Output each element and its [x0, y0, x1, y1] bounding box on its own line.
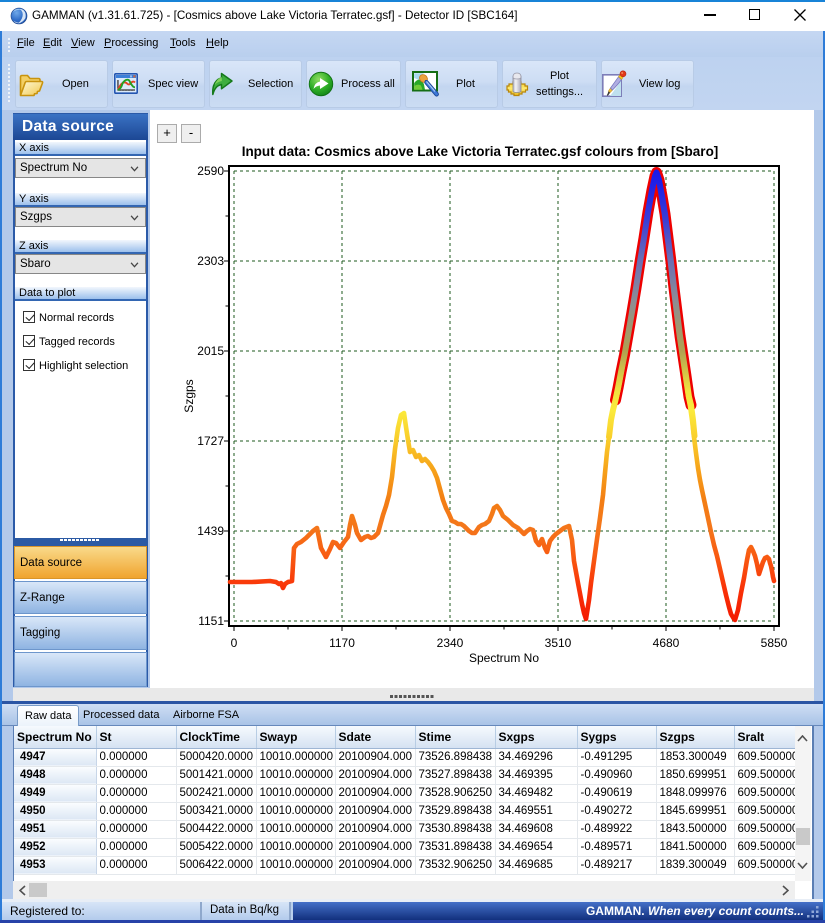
svg-text:2590: 2590 — [197, 164, 224, 178]
svg-text:1727: 1727 — [197, 434, 224, 448]
svg-text:1170: 1170 — [329, 636, 355, 650]
svg-text:1151: 1151 — [198, 614, 224, 628]
svg-text:2303: 2303 — [197, 254, 224, 268]
svg-text:3510: 3510 — [545, 636, 572, 650]
svg-text:Szgps: Szgps — [182, 379, 196, 412]
svg-text:4680: 4680 — [653, 636, 680, 650]
svg-text:0: 0 — [231, 636, 238, 650]
svg-text:Spectrum No: Spectrum No — [469, 651, 539, 665]
svg-text:2015: 2015 — [197, 344, 224, 358]
svg-text:5850: 5850 — [761, 636, 788, 650]
svg-text:2340: 2340 — [437, 636, 464, 650]
svg-text:1439: 1439 — [197, 524, 224, 538]
